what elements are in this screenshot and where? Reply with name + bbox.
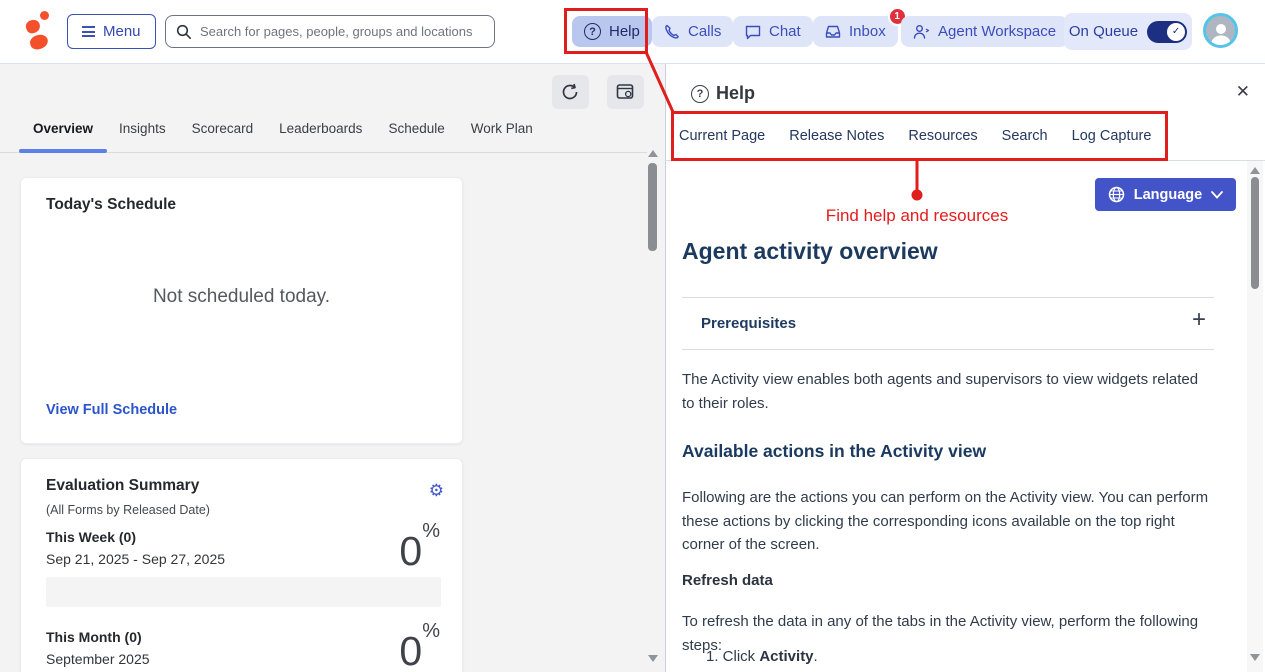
scroll-down-arrow[interactable] bbox=[648, 655, 658, 662]
view-full-schedule-link[interactable]: View Full Schedule bbox=[46, 402, 177, 418]
article-title: Agent activity overview bbox=[682, 238, 938, 265]
chevron-down-icon bbox=[1211, 191, 1223, 199]
person-icon bbox=[1208, 21, 1234, 45]
expand-plus-icon[interactable]: + bbox=[1192, 306, 1206, 334]
language-button-label: Language bbox=[1134, 187, 1202, 203]
activity-panel: Overview Insights Scorecard Leaderboards… bbox=[0, 64, 665, 672]
scrollbar-thumb[interactable] bbox=[1251, 177, 1259, 289]
inbox-button[interactable]: Inbox 1 bbox=[813, 16, 898, 47]
menu-button-label: Menu bbox=[103, 23, 141, 40]
on-queue-toggle[interactable]: ✓ bbox=[1147, 21, 1187, 43]
percent-sign: % bbox=[422, 620, 440, 642]
week-range: Sep 21, 2025 - Sep 27, 2025 bbox=[46, 551, 225, 567]
card-title: Evaluation Summary bbox=[46, 477, 199, 495]
hamburger-icon bbox=[82, 24, 95, 40]
calls-button[interactable]: Calls bbox=[652, 16, 733, 47]
agent-workspace-icon bbox=[913, 24, 930, 40]
schedule-preferences-button[interactable] bbox=[607, 75, 644, 109]
scroll-up-arrow[interactable] bbox=[1250, 167, 1260, 174]
close-icon[interactable]: ✕ bbox=[1236, 82, 1250, 102]
global-search[interactable] bbox=[165, 15, 495, 48]
week-percent: 0% bbox=[399, 521, 440, 572]
tab-scorecard[interactable]: Scorecard bbox=[192, 121, 254, 152]
chat-button[interactable]: Chat bbox=[733, 16, 813, 47]
top-navbar: Menu ? Help Calls Chat Inbox 1 Agent Wor… bbox=[0, 0, 1265, 64]
tab-schedule[interactable]: Schedule bbox=[388, 121, 444, 152]
help-button-label: Help bbox=[609, 23, 640, 40]
help-tab-release-notes[interactable]: Release Notes bbox=[789, 128, 884, 144]
app-window: Menu ? Help Calls Chat Inbox 1 Agent Wor… bbox=[0, 0, 1265, 672]
prerequisites-label: Prerequisites bbox=[701, 315, 796, 332]
search-icon bbox=[176, 24, 192, 40]
help-panel-title: Help bbox=[716, 83, 755, 104]
help-icon: ? bbox=[584, 23, 601, 40]
agent-workspace-button-label: Agent Workspace bbox=[938, 23, 1056, 40]
month-label: This Month (0) bbox=[46, 629, 142, 645]
scrollbar-thumb[interactable] bbox=[648, 163, 657, 251]
help-panel: ? Help ✕ Current Page Release Notes Reso… bbox=[665, 64, 1265, 672]
globe-icon bbox=[1108, 186, 1125, 203]
article-section-paragraph: Following are the actions you can perfor… bbox=[682, 486, 1214, 557]
article-section-heading: Available actions in the Activity view bbox=[682, 441, 986, 462]
help-tab-resources[interactable]: Resources bbox=[908, 128, 977, 144]
week-percent-value: 0 bbox=[399, 528, 422, 574]
month-range: September 2025 bbox=[46, 651, 150, 667]
prerequisites-accordion[interactable]: Prerequisites + bbox=[682, 297, 1214, 350]
inbox-button-label: Inbox bbox=[849, 23, 886, 40]
help-button[interactable]: ? Help bbox=[572, 16, 652, 47]
help-tab-bar: Current Page Release Notes Resources Sea… bbox=[666, 112, 1265, 161]
gear-icon[interactable]: ⚙ bbox=[429, 481, 444, 501]
tab-work-plan[interactable]: Work Plan bbox=[471, 121, 533, 152]
article-intro-paragraph: The Activity view enables both agents an… bbox=[682, 368, 1214, 415]
step-bold-text: Activity bbox=[759, 648, 813, 665]
scroll-down-arrow[interactable] bbox=[1250, 654, 1260, 661]
tab-insights[interactable]: Insights bbox=[119, 121, 166, 152]
step-period: . bbox=[814, 648, 818, 665]
toggle-check-icon: ✓ bbox=[1167, 23, 1185, 41]
refresh-icon bbox=[561, 83, 580, 101]
help-tab-log-capture[interactable]: Log Capture bbox=[1072, 128, 1152, 144]
help-tab-search[interactable]: Search bbox=[1002, 128, 1048, 144]
user-avatar[interactable] bbox=[1203, 13, 1238, 48]
tab-leaderboards[interactable]: Leaderboards bbox=[279, 121, 362, 152]
percent-sign: % bbox=[422, 520, 440, 542]
language-button[interactable]: Language bbox=[1095, 178, 1236, 211]
scroll-up-arrow[interactable] bbox=[648, 150, 658, 157]
tab-overview[interactable]: Overview bbox=[33, 121, 93, 152]
on-queue-control: On Queue ✓ bbox=[1064, 13, 1192, 50]
activity-tab-bar: Overview Insights Scorecard Leaderboards… bbox=[0, 121, 647, 153]
help-icon: ? bbox=[691, 85, 709, 103]
chat-icon bbox=[745, 24, 761, 40]
help-tab-current-page[interactable]: Current Page bbox=[679, 128, 765, 144]
genesys-logo-icon bbox=[26, 10, 52, 52]
article-sub-heading: Refresh data bbox=[682, 572, 773, 589]
agent-workspace-button[interactable]: Agent Workspace bbox=[901, 16, 1068, 47]
step-text: 1. Click bbox=[706, 648, 759, 665]
card-title: Today's Schedule bbox=[46, 196, 176, 214]
empty-schedule-text: Not scheduled today. bbox=[21, 286, 462, 308]
calendar-settings-icon bbox=[616, 83, 635, 101]
help-panel-header: ? Help ✕ bbox=[666, 64, 1265, 112]
on-queue-label: On Queue bbox=[1069, 23, 1138, 40]
evaluation-summary-card: Evaluation Summary (All Forms by Release… bbox=[20, 458, 463, 672]
search-input[interactable] bbox=[200, 24, 484, 39]
inbox-icon bbox=[825, 24, 841, 40]
week-progress-bar bbox=[46, 577, 441, 607]
refresh-button[interactable] bbox=[552, 75, 589, 109]
card-subtitle: (All Forms by Released Date) bbox=[46, 503, 210, 517]
month-percent-value: 0 bbox=[399, 628, 422, 672]
chat-button-label: Chat bbox=[769, 23, 801, 40]
phone-icon bbox=[664, 24, 680, 40]
todays-schedule-card: Today's Schedule Not scheduled today. Vi… bbox=[20, 177, 463, 444]
calls-button-label: Calls bbox=[688, 23, 721, 40]
menu-button[interactable]: Menu bbox=[67, 14, 156, 49]
month-percent: 0% bbox=[399, 621, 440, 672]
step-list-item: 1. Click Activity. bbox=[706, 648, 818, 665]
week-label: This Week (0) bbox=[46, 529, 136, 545]
